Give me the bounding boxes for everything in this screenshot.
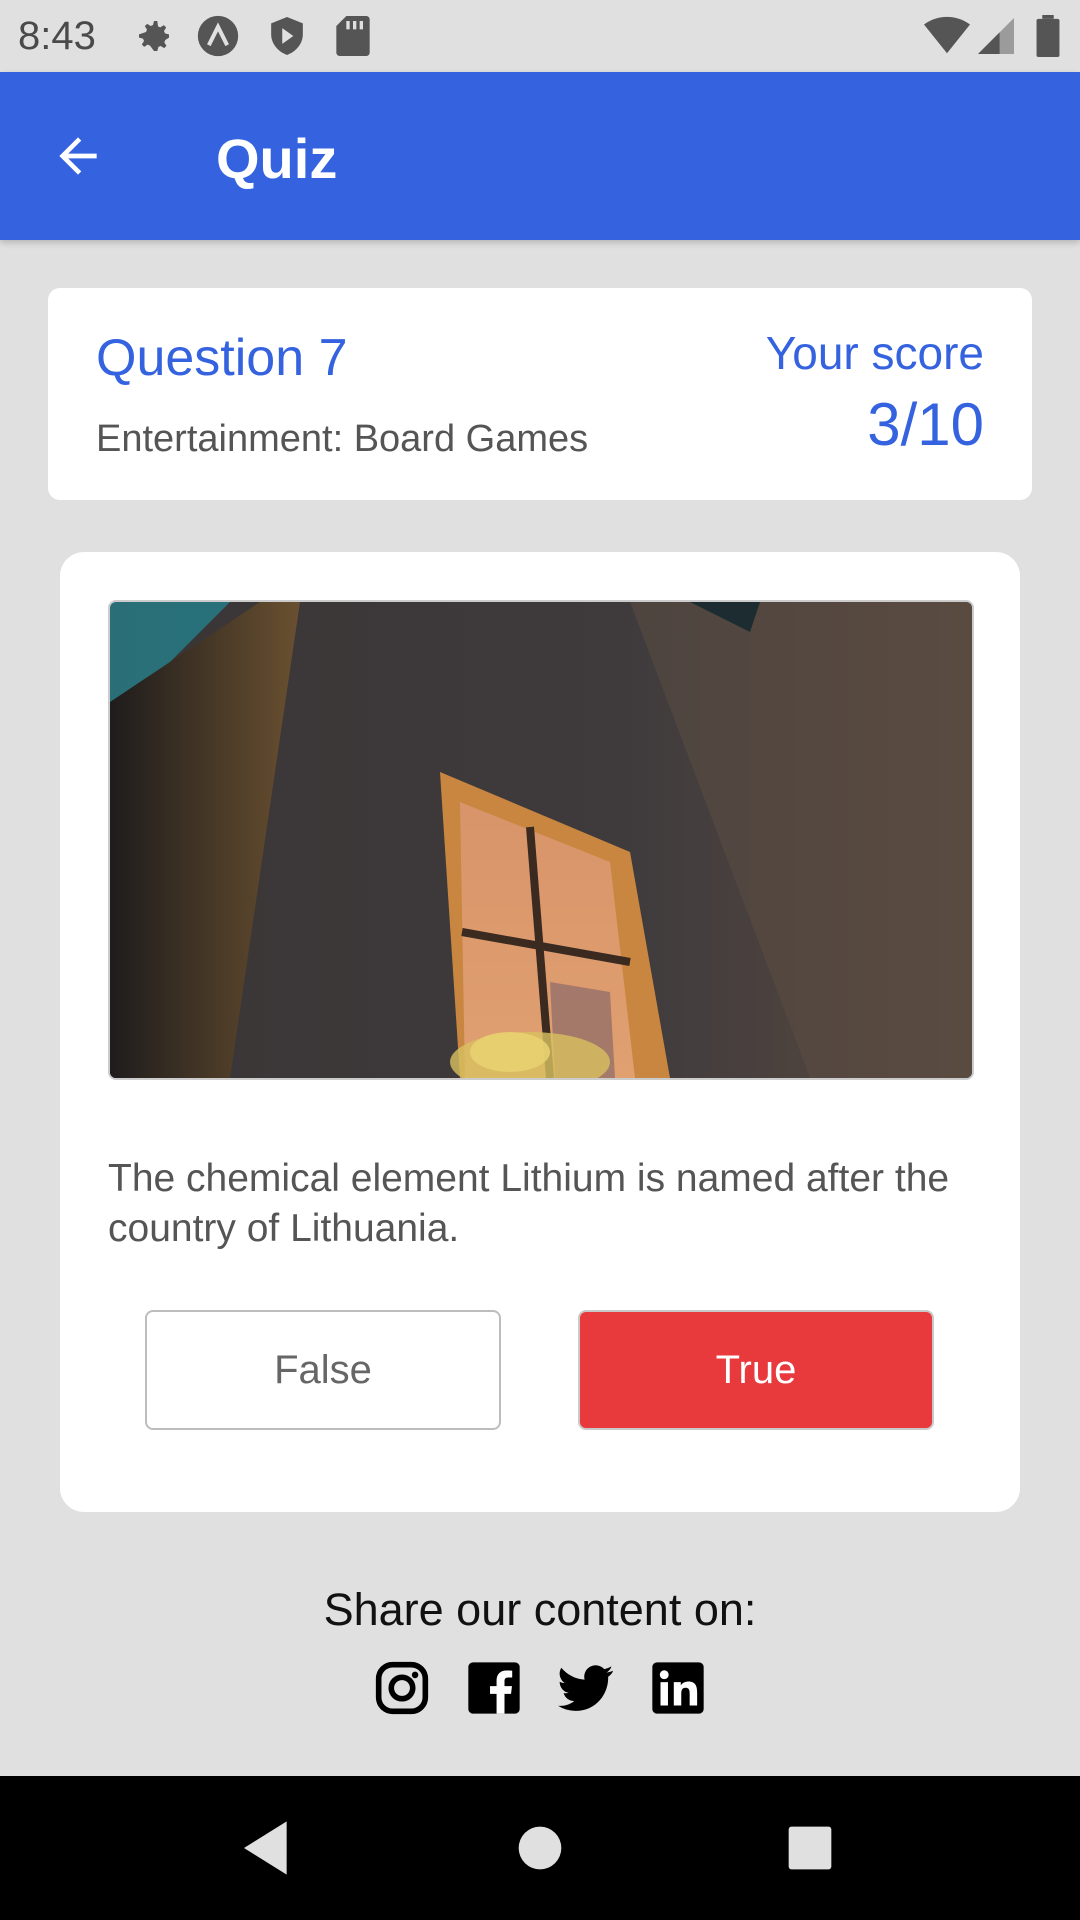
question-image (108, 600, 974, 1080)
question-category: Entertainment: Board Games (96, 418, 589, 460)
question-number: Question 7 (96, 329, 348, 387)
question-info-card: Question 7 Entertainment: Board Games Yo… (48, 288, 1032, 500)
system-nav-bar (0, 1776, 1080, 1920)
linkedin-icon[interactable] (650, 1660, 706, 1716)
nav-recents-icon[interactable] (778, 1816, 842, 1880)
battery-icon (1036, 14, 1060, 58)
question-card: The chemical element Lithium is named af… (60, 552, 1020, 1512)
share-text: Share our content on: (323, 1584, 757, 1635)
score-label: Your score (765, 327, 984, 379)
signal-icon (978, 14, 1014, 58)
status-time: 8:43 (18, 14, 96, 58)
settings-icon (134, 14, 174, 58)
shield-icon (268, 14, 306, 58)
page-title: Quiz (216, 127, 338, 190)
nav-home-icon[interactable] (508, 1816, 572, 1880)
instagram-icon[interactable] (374, 1660, 430, 1716)
question-text: The chemical element Lithium is named af… (108, 1157, 950, 1250)
a-icon (196, 14, 240, 58)
sd-card-icon (336, 14, 370, 58)
false-button[interactable]: False (145, 1310, 501, 1430)
twitter-icon[interactable] (558, 1660, 614, 1716)
true-button[interactable]: True (578, 1310, 934, 1430)
status-bar: 8:43 (0, 0, 1080, 72)
social-links (0, 1660, 1080, 1716)
arrow-back-icon[interactable] (50, 128, 106, 184)
facebook-icon[interactable] (466, 1660, 522, 1716)
nav-back-icon[interactable] (236, 1816, 300, 1880)
app-bar: Quiz (0, 72, 1080, 240)
wifi-icon (924, 14, 970, 58)
score-value: 3/10 (867, 391, 984, 458)
